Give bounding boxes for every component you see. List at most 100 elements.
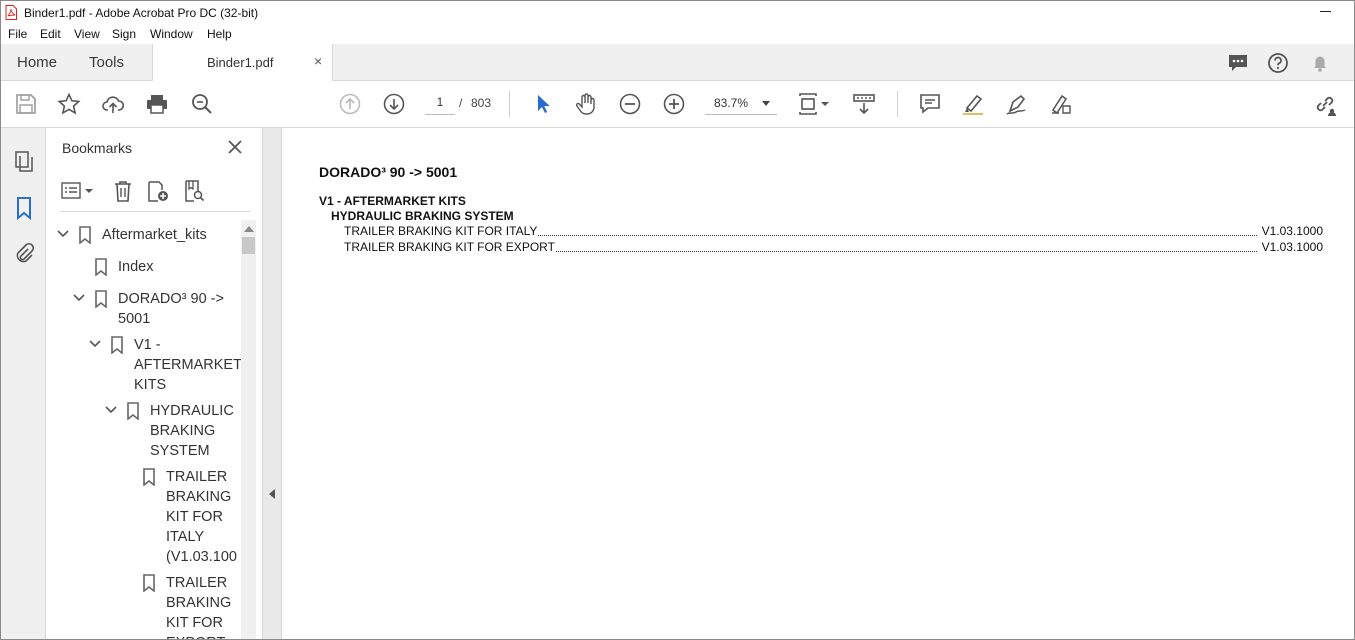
menu-help[interactable]: Help <box>207 27 232 41</box>
bookmark-label: V1 - AFTERMARKET KITS <box>134 337 241 393</box>
menu-edit[interactable]: Edit <box>40 27 61 41</box>
page-total: 803 <box>471 96 492 110</box>
bookmarks-title: Bookmarks <box>62 140 133 156</box>
menu-sign[interactable]: Sign <box>112 27 136 41</box>
chevron-down-icon[interactable] <box>88 337 102 351</box>
document-heading: DORADO³ 90 -> 5001 <box>319 164 458 180</box>
document-section: V1 - AFTERMARKET KITS <box>319 194 466 208</box>
bookmark-label: Index <box>118 259 154 275</box>
chevron-down-icon[interactable] <box>72 291 86 305</box>
zoom-search-icon[interactable] <box>190 92 214 116</box>
next-page-icon[interactable] <box>382 92 406 116</box>
print-icon[interactable] <box>145 92 169 116</box>
acrobat-window: Binder1.pdf - Adobe Acrobat Pro DC (32-b… <box>0 0 1355 640</box>
highlight-pen-icon[interactable] <box>961 92 985 116</box>
bookmarks-scrollbar[interactable] <box>241 220 256 639</box>
collapse-panel-arrow-icon[interactable] <box>269 489 275 499</box>
tab-home[interactable]: Home <box>17 54 57 71</box>
bookmark-icon <box>143 574 155 592</box>
bookmark-item[interactable]: Index <box>56 257 236 279</box>
window-title: Binder1.pdf - Adobe Acrobat Pro DC (32-b… <box>24 6 259 20</box>
bookmarks-icon[interactable] <box>12 196 36 220</box>
document-subsection: HYDRAULIC BRAKING SYSTEM <box>331 209 514 223</box>
toc-entry-ref: V1.03.1000 <box>1259 240 1323 254</box>
toc-entry-title: TRAILER BRAKING KIT FOR ITALY <box>344 224 539 238</box>
share-link-icon[interactable] <box>1313 92 1337 116</box>
bookmark-item[interactable]: DORADO³ 90 -> 5001 <box>56 289 236 331</box>
page-number-input[interactable]: 1 <box>425 95 455 115</box>
bookmark-icon <box>79 226 91 244</box>
tab-bar: Home Tools Binder1.pdf × <box>1 44 1354 81</box>
star-icon[interactable] <box>57 92 81 116</box>
toc-entry[interactable]: TRAILER BRAKING KIT FOR EXPORT V1.03.100… <box>344 240 1323 256</box>
options-menu-icon[interactable] <box>60 179 96 203</box>
bookmark-search-icon[interactable] <box>182 179 206 203</box>
document-page: DORADO³ 90 -> 5001 V1 - AFTERMARKET KITS… <box>283 128 1354 639</box>
bookmark-item[interactable]: Aftermarket_kits <box>56 225 236 247</box>
bookmark-label: HYDRAULIC BRAKING SYSTEM <box>150 403 234 459</box>
tab-tools[interactable]: Tools <box>89 54 124 71</box>
toolbar-divider <box>897 91 898 117</box>
bookmark-item[interactable]: TRAILER BRAKING KIT FOR ITALY (V1.03.100 <box>56 467 237 569</box>
panel-collapse-gutter[interactable] <box>263 128 282 639</box>
page-thumbnails-icon[interactable] <box>12 150 36 174</box>
bookmark-item[interactable]: HYDRAULIC BRAKING SYSTEM <box>56 401 236 463</box>
chevron-down-icon[interactable] <box>56 227 70 241</box>
page-fit-icon[interactable] <box>797 92 831 116</box>
save-icon[interactable] <box>14 92 38 116</box>
upload-cloud-icon[interactable] <box>101 92 125 116</box>
pdf-file-icon <box>5 5 17 20</box>
title-bar: Binder1.pdf - Adobe Acrobat Pro DC (32-b… <box>1 1 1354 24</box>
edit-signature-icon[interactable] <box>1049 92 1073 116</box>
close-icon[interactable] <box>226 138 244 156</box>
bookmarks-tree: Aftermarket_kits Index DORADO³ 90 -> 500… <box>46 220 241 639</box>
toolbar-divider <box>509 91 510 117</box>
close-tab-icon[interactable]: × <box>314 53 322 69</box>
bookmarks-toolbar <box>60 172 250 212</box>
previous-page-icon[interactable] <box>338 92 362 116</box>
bookmark-label: TRAILER BRAKING KIT FOR ITALY (V1.03.100 <box>166 469 237 565</box>
navigation-rail <box>1 128 46 639</box>
bookmark-icon <box>127 402 139 420</box>
scroll-thumb[interactable] <box>242 237 255 254</box>
page-separator: / <box>459 96 463 110</box>
bookmark-icon <box>143 468 155 486</box>
bookmark-label: Aftermarket_kits <box>102 227 207 243</box>
comment-bubble-icon[interactable] <box>1227 52 1249 74</box>
attachments-paperclip-icon[interactable] <box>12 242 36 266</box>
main-toolbar: 1 / 803 83.7% <box>1 81 1354 128</box>
bookmark-icon <box>95 290 107 308</box>
delete-trash-icon[interactable] <box>111 179 135 203</box>
bookmark-item[interactable]: V1 - AFTERMARKET KITS <box>56 335 241 397</box>
chevron-down-icon <box>762 101 770 106</box>
zoom-level-value: 83.7% <box>714 96 749 110</box>
select-cursor-icon[interactable] <box>531 92 555 116</box>
menu-window[interactable]: Window <box>150 27 193 41</box>
bookmark-item[interactable]: TRAILER BRAKING KIT FOR EXPORT <box>56 573 236 639</box>
bookmark-label: TRAILER BRAKING KIT FOR EXPORT <box>166 575 232 639</box>
notification-bell-icon[interactable] <box>1309 52 1331 74</box>
new-bookmark-icon[interactable] <box>146 179 170 203</box>
toc-entry-ref: V1.03.1000 <box>1259 224 1323 238</box>
toc-entry[interactable]: TRAILER BRAKING KIT FOR ITALY V1.03.1000 <box>344 224 1323 240</box>
bookmarks-panel: Bookmarks Aftermarket_kits Index DORADO³… <box>46 128 263 639</box>
zoom-level-dropdown[interactable]: 83.7% <box>705 95 777 115</box>
zoom-out-icon[interactable] <box>618 92 642 116</box>
menu-view[interactable]: View <box>74 27 100 41</box>
scroll-mode-icon[interactable] <box>852 92 876 116</box>
bookmark-icon <box>95 258 107 276</box>
add-comment-icon[interactable] <box>918 92 942 116</box>
minimize-button[interactable] <box>1320 11 1331 12</box>
tab-document-label: Binder1.pdf <box>207 55 274 70</box>
draw-freehand-icon[interactable] <box>1005 92 1029 116</box>
hand-tool-icon[interactable] <box>574 92 598 116</box>
bookmark-label: DORADO³ 90 -> 5001 <box>118 291 224 327</box>
toc-entry-title: TRAILER BRAKING KIT FOR EXPORT <box>344 240 556 254</box>
help-icon[interactable] <box>1267 52 1289 74</box>
zoom-in-icon[interactable] <box>662 92 686 116</box>
menu-file[interactable]: File <box>8 27 27 41</box>
scroll-up-arrow[interactable] <box>244 226 254 232</box>
tab-document[interactable]: Binder1.pdf × <box>152 44 333 81</box>
menu-bar: File Edit View Sign Window Help <box>1 24 1354 44</box>
chevron-down-icon[interactable] <box>104 403 118 417</box>
